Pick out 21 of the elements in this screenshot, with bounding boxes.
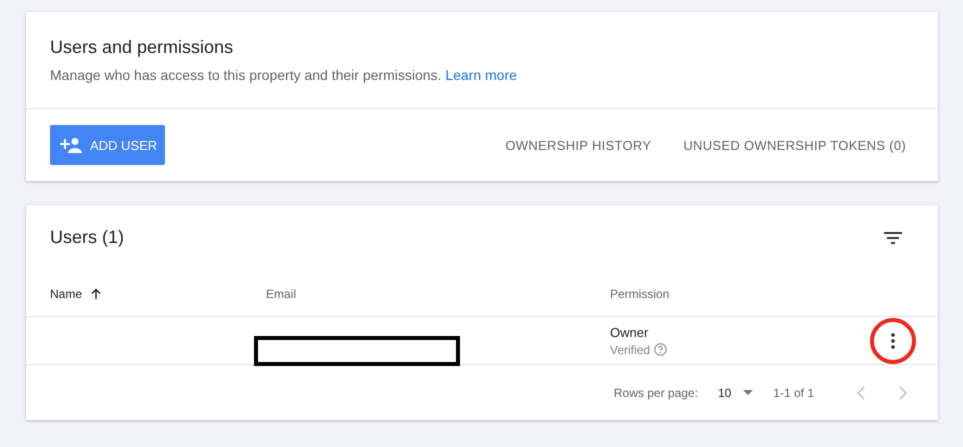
rows-per-page-select[interactable]: 10 [718,386,732,400]
more-icon[interactable] [890,332,896,348]
dropdown-caret-icon[interactable] [743,390,754,395]
column-header[interactable]: Permission [610,287,670,301]
add-user-button[interactable]: ADD USER [50,125,166,165]
learn-more-link[interactable]: Learn more [445,67,517,83]
page-range: 1-1 of 1 [773,386,814,400]
description: Manage who has access to this property and their permissions. Learn more [50,67,518,83]
section-title: Users (1) [50,227,124,248]
text-link[interactable]: UNUSED OWNERSHIP TOKENS (0) [683,138,906,152]
sort-arrow-icon[interactable] [90,288,102,300]
status-text: Verified [610,342,650,356]
text-link[interactable]: OWNERSHIP HISTORY [505,138,652,152]
filter-icon[interactable] [884,232,902,244]
help-icon[interactable] [654,343,668,356]
add-person-icon [60,137,82,153]
page-title: Users and permissions [50,37,234,58]
table-cell: Owner [610,324,648,340]
column-header[interactable]: Email [266,287,296,301]
rows-per-page-label: Rows per page: [614,386,698,400]
column-header[interactable]: Name [50,287,82,301]
